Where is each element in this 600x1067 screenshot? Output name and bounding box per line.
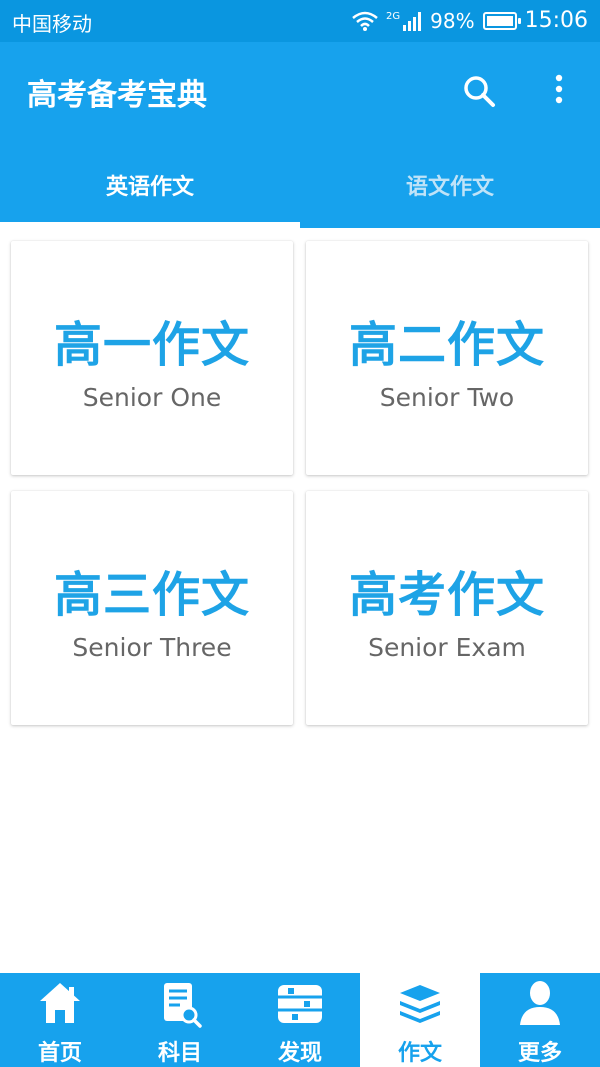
essay-category-grid: 高一作文 Senior One 高二作文 Senior Two 高三作文 Sen… [0,228,600,973]
nav-item-subjects[interactable]: 科目 [120,973,240,1067]
carrier-name: 中国移动 [12,12,92,36]
nav-label: 科目 [157,1041,202,1066]
battery-percent: 98% [430,8,475,33]
tab-label: 语文作文 [405,175,494,200]
card-subtitle: Senior Three [72,632,232,662]
tab-english-essay[interactable]: 英语作文 [0,142,300,228]
nav-item-home[interactable]: 首页 [0,973,120,1067]
search-button[interactable] [458,70,502,114]
nav-item-discover[interactable]: 发现 [240,973,360,1067]
tab-chinese-essay[interactable]: 语文作文 [300,142,600,228]
user-icon [520,981,560,1025]
network-type: 2G [386,10,401,22]
card-title: 高三作文 [53,566,250,623]
card-title: 高考作文 [348,566,545,623]
nav-label: 发现 [277,1041,322,1066]
nav-label: 首页 [37,1041,82,1066]
app-bar: 高考备考宝典 [0,42,600,142]
status-bar: 中国移动 2G 98% 15:06 [0,0,600,42]
wifi-icon [352,11,378,31]
card-subtitle: Senior Two [379,382,515,412]
card-title: 高二作文 [348,316,545,373]
nav-label: 更多 [517,1041,562,1066]
search-icon [464,76,495,107]
clock: 15:06 [524,8,588,33]
essay-stack-icon [400,985,440,1023]
more-options-button[interactable] [540,70,578,114]
card-subtitle: Senior Exam [368,632,526,662]
card-title: 高一作文 [53,316,250,373]
nav-item-essay[interactable]: 作文 [360,973,480,1067]
card-senior-exam[interactable]: 高考作文 Senior Exam [306,491,588,725]
signal-icon [403,11,422,31]
card-senior-three[interactable]: 高三作文 Senior Three [11,491,293,725]
card-senior-two[interactable]: 高二作文 Senior Two [306,241,588,475]
app-title: 高考备考宝典 [27,78,207,113]
card-senior-one[interactable]: 高一作文 Senior One [11,241,293,475]
bottom-nav: 首页 科目 发现 作文 更多 [0,973,600,1067]
tab-label: 英语作文 [105,175,194,200]
discover-icon [278,985,322,1023]
subject-book-icon [164,983,202,1028]
tab-bar: 英语作文 语文作文 [0,142,600,228]
nav-item-more[interactable]: 更多 [480,973,600,1067]
more-vertical-icon [555,74,563,104]
battery-icon [482,11,521,30]
nav-label: 作文 [397,1041,442,1066]
home-icon [40,983,80,1023]
card-subtitle: Senior One [82,382,222,412]
signal-indicator: 2G [386,11,422,31]
status-icons: 2G 98% 15:06 [344,8,588,33]
